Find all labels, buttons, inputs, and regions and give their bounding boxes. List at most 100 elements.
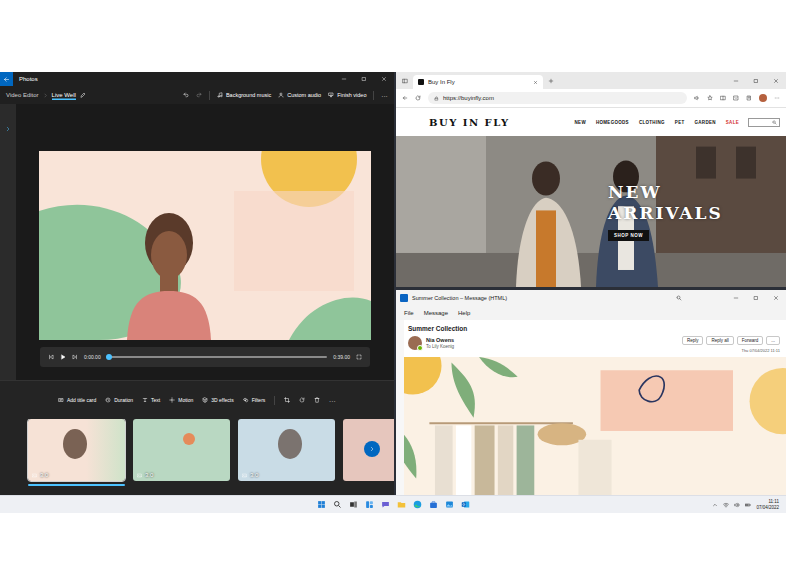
storyboard-tool-button[interactable]: Text xyxy=(142,397,160,403)
sender-avatar[interactable] xyxy=(408,336,422,350)
hero-text: NEW ARRIVALSSHOP NOW xyxy=(608,182,786,242)
chat-icon[interactable] xyxy=(381,500,390,509)
battery-icon[interactable] xyxy=(745,502,751,508)
photos-app-icon[interactable] xyxy=(445,500,454,509)
browser-tab[interactable]: Buy In Fly xyxy=(413,75,543,89)
nav-link[interactable]: HOMEGOODS xyxy=(596,120,629,125)
clip[interactable]: 3.0 xyxy=(28,419,125,495)
selection-bar xyxy=(28,484,125,486)
fullscreen-icon[interactable] xyxy=(356,354,362,360)
storyboard: Add title card Duration Text Motion 3D effec… xyxy=(0,380,394,495)
storyboard-more-button[interactable]: ... xyxy=(329,397,336,403)
show-hidden-icon[interactable] xyxy=(712,502,718,508)
storyboard-tool-button[interactable]: 3D effects xyxy=(202,397,233,403)
editor-action-button[interactable]: Custom audio xyxy=(278,92,321,98)
minimize-button[interactable] xyxy=(726,290,746,306)
previous-icon[interactable] xyxy=(48,354,54,360)
menu-item[interactable]: Message xyxy=(424,310,448,316)
maximize-button[interactable] xyxy=(354,72,374,86)
task-view-icon[interactable] xyxy=(349,500,358,509)
reply-button[interactable]: Reply xyxy=(682,336,704,345)
breadcrumb-item[interactable]: Video Editor xyxy=(6,90,39,100)
more-button[interactable]: ... xyxy=(381,92,388,98)
window-title: Summer Collection – Message (HTML) xyxy=(412,295,507,301)
wifi-icon[interactable] xyxy=(723,502,729,508)
back-arrow-icon xyxy=(3,76,10,83)
favorites-bar-icon[interactable] xyxy=(733,95,739,101)
shop-now-button[interactable]: SHOP NOW xyxy=(608,230,649,241)
site-search[interactable] xyxy=(748,118,780,127)
profile-avatar[interactable] xyxy=(759,94,767,102)
nav-link[interactable]: NEW xyxy=(575,120,586,125)
maximize-button[interactable] xyxy=(746,290,766,306)
nav-link[interactable]: PET xyxy=(675,120,685,125)
clock-time: 11:11 xyxy=(768,499,779,504)
redo-icon[interactable] xyxy=(196,92,202,98)
editor-action-button[interactable]: Finish video xyxy=(328,92,366,98)
seek-knob[interactable] xyxy=(106,354,112,360)
close-icon xyxy=(381,76,387,82)
storyboard-tool-button[interactable]: Duration xyxy=(105,397,133,403)
breadcrumb-item[interactable]: Live Well xyxy=(52,90,76,100)
maximize-button[interactable] xyxy=(746,72,766,89)
store-icon[interactable] xyxy=(429,500,438,509)
widgets-icon[interactable] xyxy=(365,500,374,509)
minimize-icon xyxy=(733,78,739,84)
crop-icon[interactable] xyxy=(284,397,290,403)
rotate-icon[interactable] xyxy=(299,397,305,403)
thumbnail-shape xyxy=(63,429,87,459)
start-icon[interactable] xyxy=(317,500,326,509)
outlook-app-icon[interactable] xyxy=(461,500,470,509)
clock[interactable]: 11:1107/04/2022 xyxy=(756,499,779,509)
play-icon[interactable] xyxy=(60,354,66,360)
close-tab-icon[interactable] xyxy=(533,80,538,85)
nav-link[interactable]: GARDEN xyxy=(694,120,715,125)
scroll-next-button[interactable] xyxy=(364,441,380,457)
address-bar[interactable]: https://buyinfly.com xyxy=(428,92,687,104)
next-icon[interactable] xyxy=(72,354,78,360)
tab-actions-icon[interactable] xyxy=(402,78,408,84)
minimize-button[interactable] xyxy=(726,72,746,89)
back-icon[interactable] xyxy=(402,95,408,101)
refresh-icon[interactable] xyxy=(415,95,421,101)
close-button[interactable] xyxy=(766,290,786,306)
speaker-icon[interactable] xyxy=(734,502,740,508)
split-screen-icon[interactable] xyxy=(720,95,726,101)
menu-item[interactable]: Help xyxy=(458,310,470,316)
file-explorer-icon[interactable] xyxy=(397,500,406,509)
editor-action-button[interactable]: Background music xyxy=(217,92,271,98)
search-icon[interactable] xyxy=(676,295,682,301)
edge-icon[interactable] xyxy=(413,500,422,509)
expand-chevron-icon[interactable] xyxy=(5,126,11,132)
reply-button[interactable]: Reply all xyxy=(706,336,733,345)
more-icon[interactable] xyxy=(774,95,780,101)
clip[interactable] xyxy=(343,419,394,495)
minimize-icon xyxy=(733,295,739,301)
read-aloud-icon[interactable] xyxy=(694,95,700,101)
storyboard-tool-button[interactable]: Filters xyxy=(243,397,266,403)
favorite-icon[interactable] xyxy=(707,95,713,101)
pencil-icon[interactable] xyxy=(80,92,86,98)
clip[interactable]: 3.0 xyxy=(133,419,230,495)
close-button[interactable] xyxy=(766,72,786,89)
minimize-button[interactable] xyxy=(334,72,354,86)
reply-button[interactable]: Forward xyxy=(737,336,764,345)
more-button[interactable]: ... xyxy=(766,336,780,345)
nav-link[interactable]: SALE xyxy=(726,120,739,125)
trash-icon[interactable] xyxy=(314,397,320,403)
undo-icon[interactable] xyxy=(183,92,189,98)
site-logo[interactable]: BUY IN FLY xyxy=(429,117,510,128)
clip[interactable]: 3.0 xyxy=(238,419,335,495)
close-button[interactable] xyxy=(374,72,394,86)
menu-item[interactable]: File xyxy=(404,310,414,316)
new-tab-icon[interactable] xyxy=(548,78,554,84)
message-header: Summer CollectionNia OwensTo Lily Koenig… xyxy=(404,320,786,357)
sender-name[interactable]: Nia Owens xyxy=(426,337,454,343)
storyboard-tool-button[interactable]: Add title card xyxy=(58,397,96,403)
seek-slider[interactable] xyxy=(107,356,328,358)
nav-link[interactable]: CLOTHING xyxy=(639,120,665,125)
collections-icon[interactable] xyxy=(746,95,752,101)
search-icon[interactable] xyxy=(333,500,342,509)
back-button[interactable] xyxy=(0,72,13,86)
storyboard-tool-button[interactable]: Motion xyxy=(169,397,193,403)
